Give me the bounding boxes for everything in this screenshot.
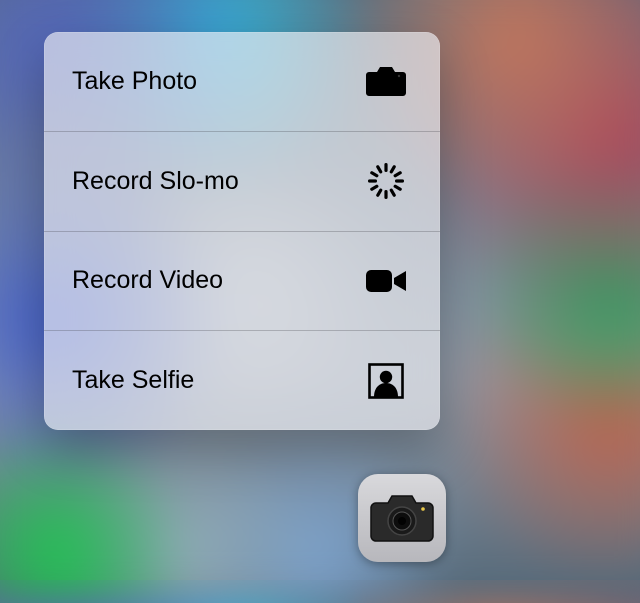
video-icon [362,261,410,301]
quick-action-record-video[interactable]: Record Video [44,231,440,331]
selfie-icon [362,361,410,401]
quick-action-label: Record Slo-mo [72,167,239,196]
camera-app-icon [367,491,437,545]
quick-actions-menu: Take Photo Record Slo-mo [44,32,440,430]
camera-app[interactable] [358,474,446,562]
quick-action-take-selfie[interactable]: Take Selfie [44,330,440,430]
quick-action-record-slomo[interactable]: Record Slo-mo [44,131,440,231]
quick-action-label: Record Video [72,266,223,295]
slomo-icon [362,161,410,201]
quick-action-label: Take Selfie [72,366,194,395]
camera-icon [362,61,410,101]
quick-action-label: Take Photo [72,67,197,96]
quick-action-take-photo[interactable]: Take Photo [44,32,440,131]
